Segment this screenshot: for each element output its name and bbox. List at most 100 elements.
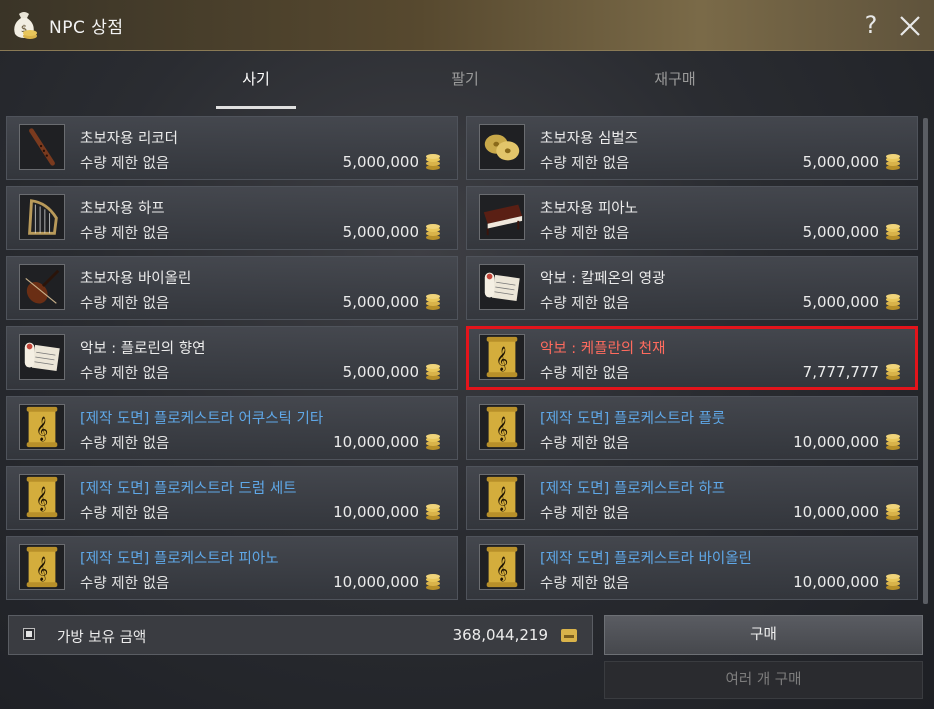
buy-button[interactable]: 구매 [604, 615, 923, 655]
svg-text:𝄞: 𝄞 [36, 416, 48, 442]
silver-coin-icon [425, 363, 441, 381]
silver-coin-icon [885, 153, 901, 171]
item-name: 초보자용 하프 [80, 201, 165, 217]
shop-item[interactable]: 악보 : 플로린의 향연수량 제한 없음 5,000,000 [6, 326, 458, 390]
violin-icon [19, 264, 65, 310]
shop-item[interactable]: 초보자용 피아노수량 제한 없음 5,000,000 [466, 186, 918, 250]
item-limit: 수량 제한 없음 [80, 506, 170, 522]
item-price: 5,000,000 [802, 223, 879, 241]
item-limit: 수량 제한 없음 [80, 436, 170, 452]
shop-item[interactable]: 𝄞 [제작 도면] 플로케스트라 바이올린수량 제한 없음 10,000,000 [466, 536, 918, 600]
shop-item[interactable]: 𝄞 [제작 도면] 플로케스트라 드럼 세트수량 제한 없음 10,000,000 [6, 466, 458, 530]
item-name: [제작 도면] 플로케스트라 드럼 세트 [80, 481, 297, 497]
item-list: 초보자용 리코더 수량 제한 없음 5,000,000 초보자용 심벌즈 수량 제한 없… [6, 116, 922, 604]
inventory-icon [561, 629, 577, 642]
item-price: 10,000,000 [793, 503, 879, 521]
item-limit: 수량 제한 없음 [540, 436, 630, 452]
shop-item[interactable]: 𝄞 [제작 도면] 플로케스트라 하프수량 제한 없음 10,000,000 [466, 466, 918, 530]
silver-coin-icon [885, 573, 901, 591]
shop-item[interactable]: 초보자용 바이올린수량 제한 없음 5,000,000 [6, 256, 458, 320]
money-checkbox[interactable] [23, 628, 35, 640]
item-name: 악보 : 케플란의 천재 [540, 341, 666, 357]
item-name: 악보 : 플로린의 향연 [80, 341, 206, 357]
shop-item[interactable]: 악보 : 칼페온의 영광 수량 제한 없음 5,000,000 [466, 256, 918, 320]
harp-icon [19, 194, 65, 240]
item-price: 5,000,000 [802, 153, 879, 171]
money-bag-icon: $ [14, 12, 37, 39]
tab-sell[interactable]: 팔기 [425, 66, 505, 100]
item-limit: 수량 제한 없음 [540, 576, 630, 592]
gold-scroll-icon: 𝄞 [479, 334, 525, 380]
item-limit: 수량 제한 없음 [540, 296, 630, 312]
gold-scroll-icon: 𝄞 [479, 474, 525, 520]
svg-text:𝄞: 𝄞 [496, 346, 508, 372]
item-price: 10,000,000 [333, 573, 419, 591]
close-icon[interactable] [896, 10, 924, 40]
sheet-music-icon [479, 264, 525, 310]
silver-coin-icon [885, 223, 901, 241]
silver-coin-icon [425, 503, 441, 521]
gold-scroll-icon: 𝄞 [479, 544, 525, 590]
gold-scroll-icon: 𝄞 [19, 404, 65, 450]
svg-text:𝄞: 𝄞 [496, 486, 508, 512]
item-limit: 수량 제한 없음 [540, 226, 630, 242]
silver-coin-icon [885, 503, 901, 521]
silver-coin-icon [885, 293, 901, 311]
scrollbar-thumb[interactable] [923, 118, 928, 604]
silver-coin-icon [885, 363, 901, 381]
item-limit: 수량 제한 없음 [80, 576, 170, 592]
cymbals-icon [479, 124, 525, 170]
item-limit: 수량 제한 없음 [540, 366, 630, 382]
svg-text:𝄞: 𝄞 [36, 486, 48, 512]
tab-buy[interactable]: 사기 [216, 66, 296, 100]
shop-item[interactable]: 𝄞 [제작 도면] 플로케스트라 피아노수량 제한 없음 10,000,000 [6, 536, 458, 600]
item-name: 악보 : 칼페온의 영광 [540, 271, 666, 287]
item-price: 7,777,777 [802, 363, 879, 381]
item-limit: 수량 제한 없음 [540, 156, 630, 172]
item-name: 초보자용 심벌즈 [540, 131, 638, 147]
item-limit: 수량 제한 없음 [540, 506, 630, 522]
help-button[interactable]: ? [858, 10, 884, 40]
multi-buy-button[interactable]: 여러 개 구매 [604, 661, 923, 699]
gold-scroll-icon: 𝄞 [19, 544, 65, 590]
item-price: 10,000,000 [333, 503, 419, 521]
item-name: 초보자용 리코더 [80, 131, 178, 147]
sheet-music-icon [19, 334, 65, 380]
item-name: [제작 도면] 플로케스트라 하프 [540, 481, 726, 497]
silver-coin-icon [885, 433, 901, 451]
silver-coin-icon [425, 223, 441, 241]
silver-coin-icon [425, 293, 441, 311]
shop-item[interactable]: 초보자용 리코더 수량 제한 없음 5,000,000 [6, 116, 458, 180]
money-value: 368,044,219 [452, 626, 548, 644]
item-limit: 수량 제한 없음 [80, 366, 170, 382]
silver-coin-icon [425, 433, 441, 451]
item-name: [제작 도면] 플로케스트라 플룻 [540, 411, 726, 427]
item-price: 5,000,000 [342, 153, 419, 171]
item-limit: 수량 제한 없음 [80, 226, 170, 242]
item-name: [제작 도면] 플로케스트라 피아노 [80, 551, 279, 567]
item-price: 5,000,000 [342, 363, 419, 381]
title-bar[interactable]: $ NPC 상점 ? [0, 0, 934, 51]
item-limit: 수량 제한 없음 [80, 296, 170, 312]
npc-shop-window: $ NPC 상점 ? 사기 팔기 재구매 초보자용 리코더 수량 제한 없음 5,0… [0, 0, 934, 709]
window-title: NPC 상점 [49, 18, 124, 38]
gold-scroll-icon: 𝄞 [19, 474, 65, 520]
item-name: [제작 도면] 플로케스트라 바이올린 [540, 551, 752, 567]
gold-scroll-icon: 𝄞 [479, 404, 525, 450]
money-label: 가방 보유 금액 [57, 630, 147, 646]
item-price: 10,000,000 [793, 573, 879, 591]
svg-text:𝄞: 𝄞 [36, 556, 48, 582]
item-price: 5,000,000 [342, 293, 419, 311]
svg-text:𝄞: 𝄞 [496, 416, 508, 442]
tab-buyback[interactable]: 재구매 [630, 66, 720, 100]
shop-item[interactable]: 𝄞 [제작 도면] 플로케스트라 어쿠스틱 기타 수량 제한 없음 10,000,00… [6, 396, 458, 460]
shop-item[interactable]: 𝄞 악보 : 케플란의 천재수량 제한 없음 7,777,777 [466, 326, 918, 390]
item-name: 초보자용 바이올린 [80, 271, 192, 287]
shop-item[interactable]: 초보자용 심벌즈수량 제한 없음 5,000,000 [466, 116, 918, 180]
shop-item[interactable]: 𝄞 [제작 도면] 플로케스트라 플룻 수량 제한 없음 10,000,000 [466, 396, 918, 460]
item-name: 초보자용 피아노 [540, 201, 638, 217]
silver-coin-icon [425, 573, 441, 591]
active-tab-indicator [216, 106, 296, 109]
piano-icon [479, 194, 525, 240]
shop-item[interactable]: 초보자용 하프 수량 제한 없음 5,000,000 [6, 186, 458, 250]
